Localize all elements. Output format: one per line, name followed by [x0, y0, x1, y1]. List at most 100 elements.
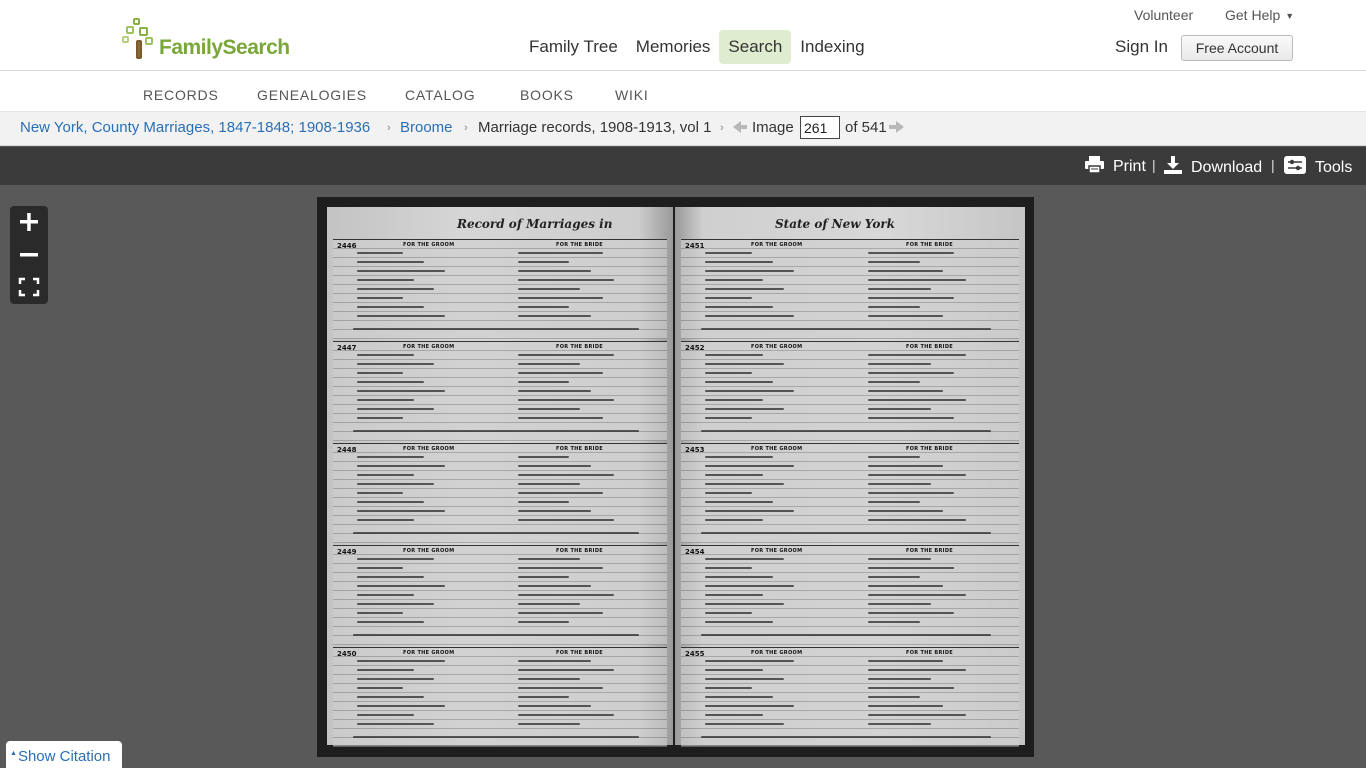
handwriting-stroke — [357, 660, 445, 662]
handwriting-stroke — [518, 612, 603, 614]
handwriting-stroke — [518, 390, 592, 392]
fullscreen-button[interactable] — [10, 271, 48, 303]
handwriting-stroke — [868, 519, 966, 521]
handwriting-stroke — [705, 696, 774, 698]
sign-in-link[interactable]: Sign In — [1115, 37, 1168, 57]
nav-memories[interactable]: Memories — [627, 30, 720, 64]
breadcrumb-separator: › — [464, 122, 468, 134]
handwriting-stroke — [357, 297, 404, 299]
bride-label: FOR THE BRIDE — [556, 548, 603, 554]
subnav-wiki[interactable]: WIKI — [615, 87, 649, 103]
handwriting-stroke — [705, 474, 763, 476]
handwriting-stroke — [357, 585, 445, 587]
zoom-in-button[interactable] — [10, 206, 48, 238]
subnav-books[interactable]: BOOKS — [520, 87, 574, 103]
handwriting-stroke — [518, 288, 581, 290]
handwriting-stroke — [705, 456, 774, 458]
familysearch-logo[interactable]: FamilySearch — [122, 18, 290, 62]
groom-label: FOR THE GROOM — [751, 446, 803, 452]
handwriting-stroke — [518, 279, 615, 281]
nav-search[interactable]: Search — [719, 30, 792, 64]
handwriting-stroke — [868, 576, 920, 578]
show-citation-button[interactable]: ▲Show Citation — [6, 741, 122, 768]
handwriting-stroke — [357, 354, 414, 356]
get-help-menu[interactable]: Get Help ▼ — [1225, 7, 1294, 23]
subnav-records[interactable]: RECORDS — [143, 87, 219, 103]
handwriting-stroke — [357, 603, 435, 605]
image-label: Image — [752, 119, 794, 136]
handwriting-stroke — [357, 465, 445, 467]
marriage-record-block: 2446 FOR THE GROOM FOR THE BRIDE — [333, 239, 667, 339]
handwriting-stroke — [868, 372, 955, 374]
handwriting-stroke — [868, 585, 943, 587]
handwriting-stroke — [868, 483, 932, 485]
record-image[interactable]: Record of Marriages in 2446 FOR THE GROOM… — [317, 197, 1034, 757]
zoom-out-button[interactable] — [10, 239, 48, 271]
record-number: 2451 — [685, 242, 705, 250]
handwriting-stroke — [518, 576, 569, 578]
handwriting-stroke — [357, 363, 435, 365]
download-label: Download — [1191, 158, 1263, 176]
handwriting-stroke — [518, 381, 569, 383]
toolbar-separator: | — [1152, 157, 1156, 173]
handwriting-stroke — [518, 594, 615, 596]
download-button[interactable]: Download — [1164, 156, 1262, 179]
record-number: 2454 — [685, 548, 705, 556]
bride-label: FOR THE BRIDE — [906, 446, 953, 452]
image-number-input[interactable] — [800, 116, 840, 139]
volunteer-link[interactable]: Volunteer — [1134, 7, 1193, 23]
subnav-catalog[interactable]: CATALOG — [405, 87, 475, 103]
breadcrumb-collection[interactable]: New York, County Marriages, 1847-1848; 1… — [20, 119, 370, 136]
minus-icon — [20, 253, 38, 257]
nav-family-tree[interactable]: Family Tree — [520, 30, 627, 64]
handwriting-stroke — [357, 474, 414, 476]
handwriting-stroke — [705, 660, 795, 662]
breadcrumb-county[interactable]: Broome — [400, 119, 453, 136]
handwriting-stroke — [868, 279, 966, 281]
handwriting-stroke — [518, 261, 569, 263]
handwriting-stroke — [518, 354, 615, 356]
record-number: 2446 — [337, 242, 357, 250]
breadcrumb-separator: › — [720, 122, 724, 134]
handwriting-stroke — [705, 354, 763, 356]
subnav-genealogies[interactable]: GENEALOGIES — [257, 87, 367, 103]
marriage-record-block: 2448 FOR THE GROOM FOR THE BRIDE — [333, 443, 667, 543]
image-toolbar: Print | Download | Tools — [0, 146, 1366, 185]
groom-label: FOR THE GROOM — [403, 446, 455, 452]
groom-label: FOR THE GROOM — [751, 242, 803, 248]
tools-button[interactable]: Tools — [1284, 156, 1352, 179]
previous-image-arrow-stem — [740, 125, 747, 129]
handwriting-stroke — [705, 510, 795, 512]
handwriting-stroke — [868, 696, 920, 698]
handwriting-stroke — [518, 252, 603, 254]
handwriting-stroke — [868, 399, 966, 401]
marriage-record-block: 2452 FOR THE GROOM FOR THE BRIDE — [681, 341, 1019, 441]
nav-indexing[interactable]: Indexing — [791, 30, 873, 64]
handwriting-stroke — [705, 399, 763, 401]
next-image-icon[interactable] — [896, 121, 904, 133]
handwriting-stroke — [518, 363, 581, 365]
handwriting-stroke — [357, 612, 404, 614]
handwriting-stroke — [518, 705, 592, 707]
handwriting-stroke — [353, 328, 639, 330]
handwriting-stroke — [868, 714, 966, 716]
bride-label: FOR THE BRIDE — [906, 548, 953, 554]
handwriting-stroke — [701, 736, 991, 738]
groom-label: FOR THE GROOM — [751, 548, 803, 554]
handwriting-stroke — [868, 252, 955, 254]
handwriting-stroke — [868, 270, 943, 272]
handwriting-stroke — [357, 723, 435, 725]
get-help-label: Get Help — [1225, 7, 1281, 23]
handwriting-stroke — [357, 456, 424, 458]
image-total: of 541 — [845, 119, 887, 136]
handwriting-stroke — [357, 687, 404, 689]
record-number: 2447 — [337, 344, 357, 352]
handwriting-stroke — [705, 687, 753, 689]
handwriting-stroke — [357, 567, 404, 569]
sliders-icon — [1284, 156, 1306, 179]
free-account-button[interactable]: Free Account — [1181, 35, 1293, 61]
handwriting-stroke — [518, 585, 592, 587]
handwriting-stroke — [705, 558, 784, 560]
print-button[interactable]: Print — [1085, 156, 1146, 178]
top-header: FamilySearch Volunteer Get Help ▼ Family … — [0, 0, 1366, 70]
